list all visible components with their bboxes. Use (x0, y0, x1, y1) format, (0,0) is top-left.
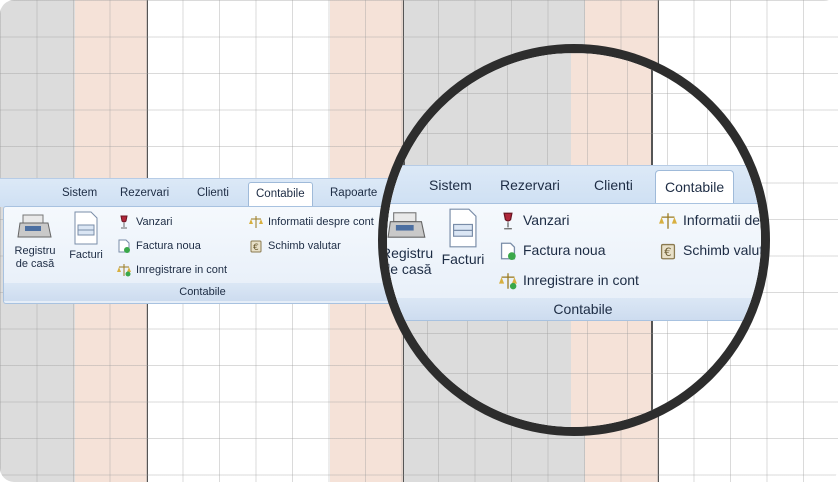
registru-de-casa-button[interactable]: Registru de casă (10, 211, 60, 271)
new-document-icon (500, 242, 516, 261)
factura-noua-label: Factura noua (136, 240, 201, 252)
tab-contabile[interactable]: Contabile (248, 182, 313, 207)
scales-icon (117, 264, 131, 277)
group-label-contabile: Contabile (4, 283, 401, 301)
magnified-inregistrare-label: Inregistrare in cont (523, 272, 639, 288)
tab-rapoarte[interactable]: Rapoarte (330, 187, 377, 199)
invoice-document-icon (449, 208, 477, 248)
magnified-tab-sistem[interactable]: Sistem (429, 177, 472, 193)
magnified-tab-rezervari[interactable]: Rezervari (500, 177, 560, 193)
cash-register-icon (387, 212, 426, 238)
vanzari-label: Vanzari (136, 216, 173, 228)
magnified-vanzari-label: Vanzari (523, 212, 570, 228)
magnified-informatii-button[interactable]: Informatii desp (659, 208, 770, 232)
tab-clienti[interactable]: Clienti (197, 187, 229, 199)
magnified-schimb-valutar-label: Schimb valutar (683, 242, 770, 258)
magnified-vanzari-button[interactable]: Vanzari (499, 208, 569, 232)
facturi-label: Facturi (69, 249, 103, 261)
scales-icon (499, 273, 517, 290)
magnified-schimb-valutar-button[interactable]: € Schimb valutar (659, 238, 770, 262)
magnified-facturi-button[interactable]: Facturi (439, 208, 487, 267)
informatii-despre-cont-label: Informatii despre cont (268, 216, 374, 228)
magnified-factura-noua-label: Factura noua (523, 242, 606, 258)
svg-text:€: € (664, 245, 671, 259)
vanzari-button[interactable]: Vanzari (117, 213, 172, 231)
informatii-despre-cont-button[interactable]: Informatii despre cont (249, 213, 374, 231)
schimb-valutar-button[interactable]: € Schimb valutar (249, 237, 341, 255)
cash-register-icon (17, 214, 52, 238)
magnifier-lens: Sistem Rezervari Clienti Contabile Ra Re… (378, 44, 770, 436)
scales-info-icon (659, 213, 677, 230)
ribbon-toolbar: Sistem Rezervari Clienti Contabile Rapoa… (0, 178, 401, 304)
registru-de-casa-label: Registru de casă (14, 245, 56, 270)
magnified-registru-button[interactable]: Registru de casă (381, 208, 434, 277)
ribbon-tab-bar: Sistem Rezervari Clienti Contabile Rapoa… (0, 178, 400, 207)
tab-sistem[interactable]: Sistem (62, 187, 97, 199)
tab-rezervari[interactable]: Rezervari (120, 187, 169, 199)
magnified-tab-clienti[interactable]: Clienti (594, 177, 633, 193)
wine-glass-icon (120, 215, 128, 229)
currency-exchange-icon: € (250, 240, 262, 253)
inregistrare-in-cont-button[interactable]: Inregistrare in cont (117, 261, 227, 279)
magnified-factura-noua-button[interactable]: Factura noua (499, 238, 606, 262)
inregistrare-in-cont-label: Inregistrare in cont (136, 264, 228, 276)
currency-exchange-icon: € (660, 244, 676, 260)
factura-noua-button[interactable]: Factura noua (117, 237, 201, 255)
invoice-document-icon (74, 211, 98, 245)
magnified-tab-bar: Sistem Rezervari Clienti Contabile Ra (387, 165, 761, 204)
ribbon-panel: Registru de casă Facturi Vanzari Factura… (3, 206, 401, 304)
magnified-group-label: Contabile (387, 298, 761, 320)
magnified-ribbon: Sistem Rezervari Clienti Contabile Ra Re… (387, 165, 770, 325)
lens-content: Sistem Rezervari Clienti Contabile Ra Re… (387, 53, 770, 427)
magnified-facturi-label: Facturi (441, 251, 485, 267)
magnified-registru-label: Registru de casă (381, 245, 434, 277)
magnified-inregistrare-button[interactable]: Inregistrare in cont (499, 268, 639, 292)
magnified-tab-contabile[interactable]: Contabile (655, 170, 735, 204)
facturi-button[interactable]: Facturi (68, 211, 104, 262)
svg-text:€: € (253, 243, 259, 253)
new-document-icon (118, 239, 130, 254)
magnified-panel: Registru de casă Facturi Vanzari Factura… (387, 203, 770, 321)
magnified-informatii-label: Informatii desp (683, 212, 770, 228)
wine-glass-icon (503, 212, 513, 230)
scales-info-icon (249, 216, 263, 229)
screenshot-stage: Sistem Rezervari Clienti Contabile Rapoa… (0, 0, 838, 482)
schimb-valutar-label: Schimb valutar (268, 240, 341, 252)
